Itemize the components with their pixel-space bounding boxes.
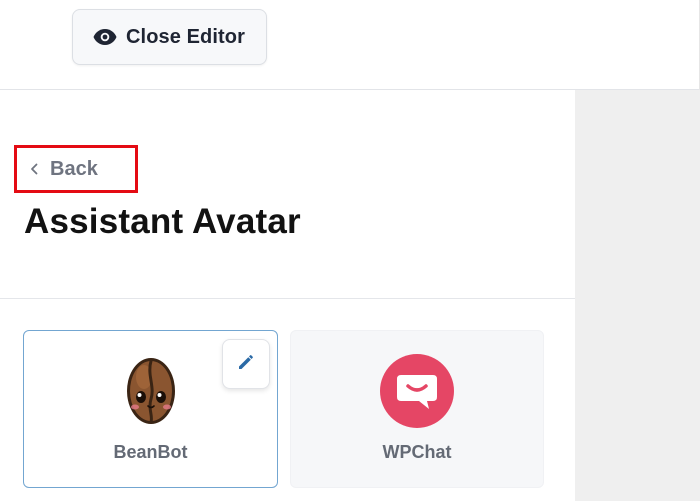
chat-bubble-smile-icon [379,353,455,429]
avatar-settings-panel: Back Assistant Avatar BeanBot WPChat [0,90,575,501]
close-editor-label: Close Editor [126,25,245,48]
close-editor-button[interactable]: Close Editor [72,9,267,65]
edit-avatar-button[interactable] [222,339,270,389]
avatar-option-beanbot[interactable]: BeanBot [23,330,278,488]
divider [0,298,575,299]
eye-icon [93,25,117,49]
page-title: Assistant Avatar [24,202,301,241]
avatar-name-wpchat: WPChat [382,442,452,462]
pencil-icon [237,353,255,376]
preview-area [575,90,700,501]
coffee-bean-avatar-icon [113,353,189,429]
chevron-left-icon [30,162,40,176]
back-label: Back [50,157,98,180]
avatar-name-beanbot: BeanBot [113,442,188,462]
avatar-option-wpchat[interactable]: WPChat [290,330,544,488]
editor-toolbar: Close Editor [0,0,700,90]
back-link[interactable]: Back [14,145,138,193]
